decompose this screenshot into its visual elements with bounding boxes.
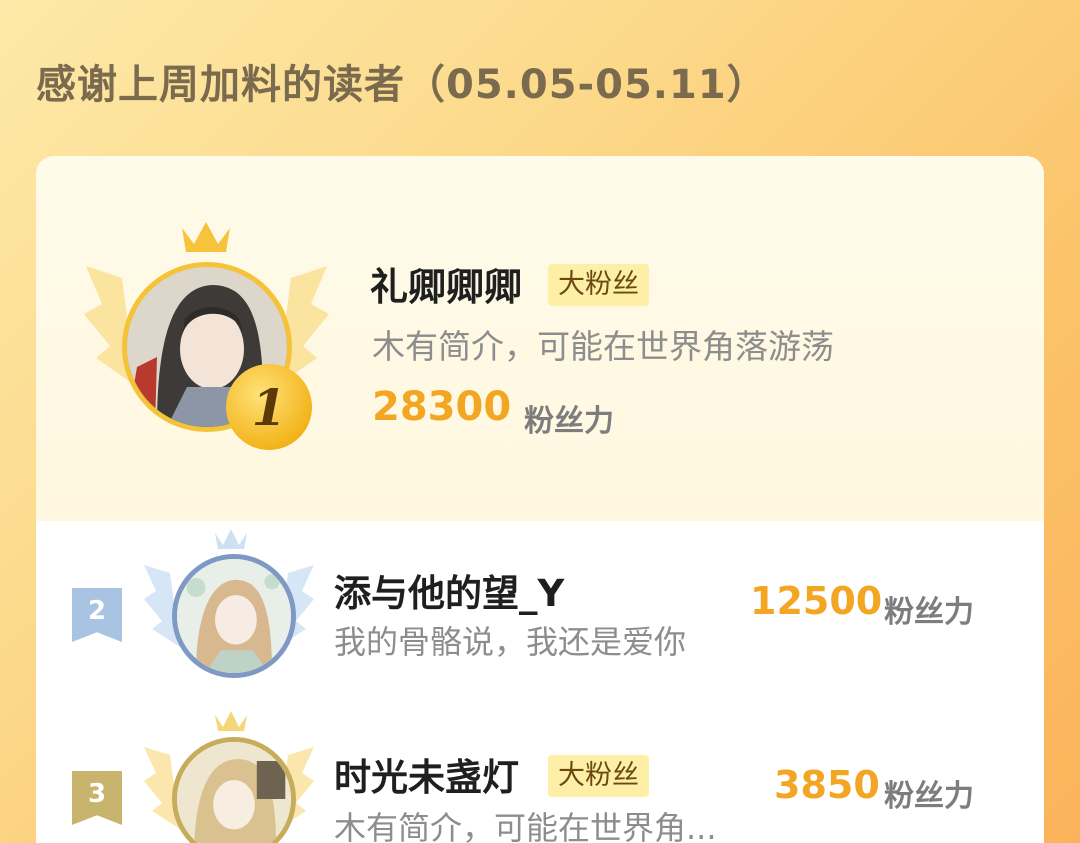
big-fan-tag: 大粉丝 <box>548 264 649 306</box>
rank-3-badge: 3 <box>72 771 122 825</box>
reader-name[interactable]: 添与他的望_Y <box>334 563 564 617</box>
reader-bio: 木有简介，可能在世界角... <box>334 809 717 843</box>
reader-avatar[interactable] <box>172 554 296 678</box>
reader-bio: 木有简介，可能在世界角落游荡 <box>372 327 834 366</box>
fan-power-value: 3850 <box>774 763 880 807</box>
reader-name[interactable]: 时光未盏灯 <box>334 747 519 801</box>
big-fan-tag: 大粉丝 <box>548 755 649 797</box>
reader-name[interactable]: 礼卿卿卿 <box>370 256 522 311</box>
reader-list: 2 添与他的望_Y 我的骨骼说，我还是爱你 12500 粉丝力 3 时光未盏灯 … <box>36 521 1044 843</box>
page-title: 感谢上周加料的读者（05.05-05.11） <box>36 62 768 108</box>
ranking-card: 1 礼卿卿卿 大粉丝 木有简介，可能在世界角落游荡 28300 粉丝力 2 添与… <box>36 156 1044 843</box>
reader-bio: 我的骨骼说，我还是爱你 <box>334 623 687 661</box>
fan-power-value: 12500 <box>750 579 883 623</box>
top-reader-section: 1 礼卿卿卿 大粉丝 木有简介，可能在世界角落游荡 28300 粉丝力 <box>36 156 1044 521</box>
fan-power-value: 28300 <box>372 384 512 430</box>
rank-2-badge: 2 <box>72 588 122 642</box>
fan-power-label: 粉丝力 <box>884 595 974 630</box>
fan-power-label: 粉丝力 <box>884 779 974 814</box>
fan-power-label: 粉丝力 <box>524 404 614 439</box>
rank-1-badge: 1 <box>226 364 312 450</box>
